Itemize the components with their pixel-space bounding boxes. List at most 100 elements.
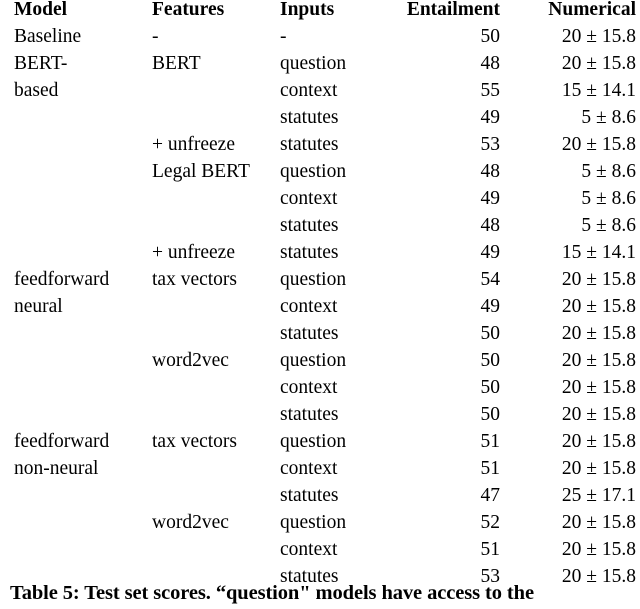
cell-entailment: 49 [480, 107, 501, 128]
cell-numerical: 20 ± 15.8 [561, 134, 636, 155]
table-row: neural context 49 20 ± 15.8 [10, 297, 636, 324]
column-header-entailment: Entailment [406, 0, 500, 20]
cell-inputs: statutes [280, 134, 339, 155]
cell-features: BERT [152, 53, 201, 74]
cell-inputs: statutes [280, 107, 339, 128]
cell-model [10, 108, 152, 135]
cell-numerical: 20 ± 15.8 [561, 269, 636, 290]
table-row: context 50 20 ± 15.8 [10, 378, 636, 405]
cell-numerical: 20 ± 15.8 [561, 350, 636, 371]
cell-model: non-neural [14, 458, 99, 479]
cell-inputs: statutes [280, 242, 339, 263]
table-row: statutes 47 25 ± 17.1 [10, 486, 636, 513]
cell-features [152, 405, 280, 432]
table-row: statutes 50 20 ± 15.8 [10, 405, 636, 432]
cell-numerical: 20 ± 15.8 [561, 458, 636, 479]
table-row: context 51 20 ± 15.8 [10, 540, 636, 567]
cell-model [10, 189, 152, 216]
cell-features: + unfreeze [152, 134, 235, 155]
cell-entailment: 49 [480, 242, 501, 263]
cell-entailment: 50 [480, 404, 501, 425]
cell-inputs: context [280, 458, 338, 479]
cell-features [152, 216, 280, 243]
results-table: Model Features Inputs Entailment Numeric… [10, 0, 636, 594]
cell-numerical: 20 ± 15.8 [561, 539, 636, 560]
cell-entailment: 48 [480, 161, 501, 182]
cell-entailment: 54 [480, 269, 501, 290]
header-row: Model Features Inputs Entailment Numeric… [10, 0, 636, 27]
table-row: word2vec question 50 20 ± 15.8 [10, 351, 636, 378]
cell-numerical: 20 ± 15.8 [561, 512, 636, 533]
table-caption: Table 5: Test set scores. “question" mod… [10, 582, 534, 604]
cell-entailment: 48 [480, 215, 501, 236]
table-row: Baseline - - 50 20 ± 15.8 [10, 27, 636, 54]
table-row: feedforward tax vectors question 51 20 ± 15.… [10, 432, 636, 459]
table-row: feedforward tax vectors question 54 20 ± 15.… [10, 270, 636, 297]
cell-inputs: statutes [280, 485, 339, 506]
column-header-numerical: Numerical [548, 0, 636, 20]
cell-features [152, 459, 280, 486]
cell-features [152, 378, 280, 405]
cell-entailment: 50 [480, 323, 501, 344]
cell-features: tax vectors [152, 431, 238, 452]
cell-entailment: 52 [480, 512, 501, 533]
cell-model: based [14, 80, 59, 101]
table-row: context 49 5 ± 8.6 [10, 189, 636, 216]
cell-entailment: 55 [480, 80, 501, 101]
cell-inputs: statutes [280, 215, 339, 236]
cell-numerical: 20 ± 15.8 [561, 53, 636, 74]
cell-features: - [152, 26, 159, 47]
cell-model: BERT- [14, 53, 68, 74]
cell-numerical: 5 ± 8.6 [581, 107, 636, 128]
cell-entailment: 48 [480, 53, 501, 74]
table-row: Legal BERT question 48 5 ± 8.6 [10, 162, 636, 189]
column-header-inputs: Inputs [280, 0, 335, 20]
table-header: Model Features Inputs Entailment Numeric… [10, 0, 636, 27]
cell-inputs: question [280, 350, 347, 371]
table-row: + unfreeze statutes 53 20 ± 15.8 [10, 135, 636, 162]
cell-numerical: 5 ± 8.6 [581, 188, 636, 209]
cell-entailment: 51 [480, 458, 501, 479]
cell-model [10, 324, 152, 351]
cell-entailment: 49 [480, 188, 501, 209]
table-row: statutes 50 20 ± 15.8 [10, 324, 636, 351]
table-row: non-neural context 51 20 ± 15.8 [10, 459, 636, 486]
cell-numerical: 20 ± 15.8 [561, 431, 636, 452]
cell-model [10, 351, 152, 378]
cell-inputs: context [280, 188, 338, 209]
cell-numerical: 20 ± 15.8 [561, 323, 636, 344]
cell-model: neural [14, 296, 63, 317]
cell-numerical: 20 ± 15.8 [561, 26, 636, 47]
cell-numerical: 25 ± 17.1 [561, 485, 636, 506]
table-row: based context 55 15 ± 14.1 [10, 81, 636, 108]
cell-features: + unfreeze [152, 242, 235, 263]
cell-features: word2vec [152, 512, 229, 533]
cell-features [152, 486, 280, 513]
cell-entailment: 50 [480, 350, 501, 371]
cell-features [152, 81, 280, 108]
cell-entailment: 51 [480, 539, 501, 560]
cell-numerical: 5 ± 8.6 [581, 161, 636, 182]
cell-entailment: 51 [480, 431, 501, 452]
cell-features [152, 189, 280, 216]
cell-inputs: question [280, 161, 347, 182]
cell-features: tax vectors [152, 269, 238, 290]
cell-model [10, 243, 152, 270]
cell-model [10, 513, 152, 540]
cell-model: feedforward [14, 269, 110, 290]
column-header-features: Features [152, 0, 225, 20]
cell-model: feedforward [14, 431, 110, 452]
table-body: Baseline - - 50 20 ± 15.8 BERT- BERT question 48… [10, 27, 636, 594]
table-row: statutes 48 5 ± 8.6 [10, 216, 636, 243]
cell-features [152, 324, 280, 351]
table-row: statutes 49 5 ± 8.6 [10, 108, 636, 135]
cell-model [10, 378, 152, 405]
cell-numerical: 20 ± 15.8 [561, 377, 636, 398]
cell-model [10, 540, 152, 567]
cell-features [152, 540, 280, 567]
table-page: Model Features Inputs Entailment Numeric… [0, 0, 640, 609]
cell-numerical: 15 ± 14.1 [561, 80, 636, 101]
cell-model [10, 216, 152, 243]
cell-model [10, 135, 152, 162]
cell-numerical: 20 ± 15.8 [561, 296, 636, 317]
